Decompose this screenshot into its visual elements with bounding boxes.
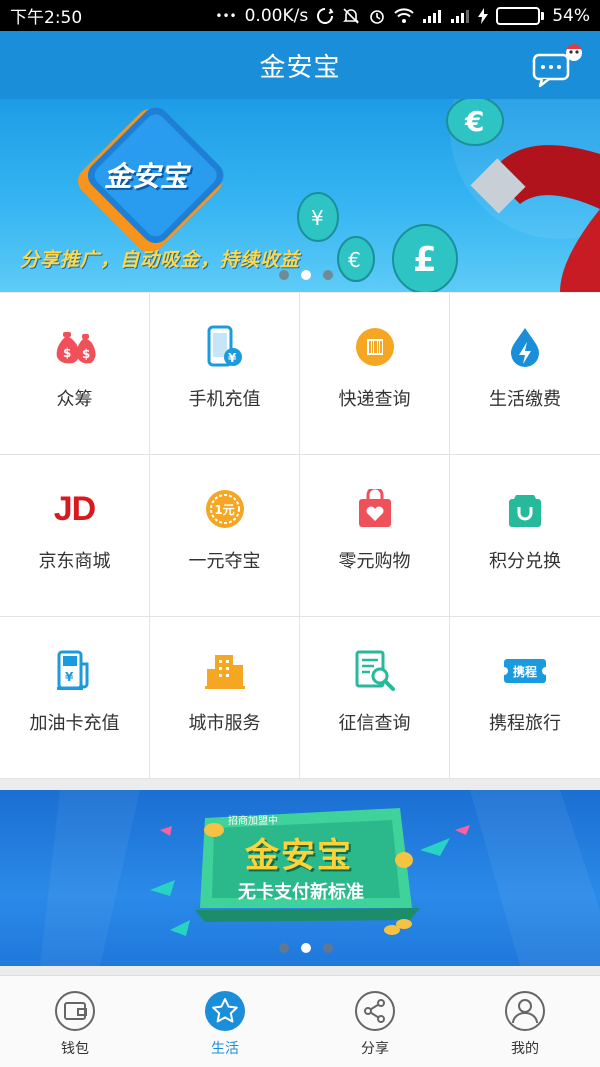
page-title: 金安宝: [259, 52, 341, 83]
pager-dot-active[interactable]: [301, 943, 311, 953]
promo-subtitle: 无卡支付新标准: [238, 882, 364, 903]
service-one-yuan-treasure[interactable]: 1元 一元夺宝: [150, 455, 300, 617]
svg-text:¥: ¥: [228, 351, 237, 365]
pager-dot-active[interactable]: [301, 270, 311, 280]
service-crowdfunding[interactable]: $ $ 众筹: [0, 293, 150, 455]
fuel-pump-icon: ¥: [53, 649, 97, 693]
nav-label: 钱包: [61, 1041, 89, 1057]
chat-button[interactable]: [532, 43, 584, 89]
service-phone-recharge[interactable]: ¥ 手机充值: [150, 293, 300, 455]
money-bags-icon: $ $: [53, 325, 97, 369]
service-city-services[interactable]: 城市服务: [150, 617, 300, 779]
network-speed: 0.00K/s: [244, 5, 309, 26]
promo-title: 金安宝: [245, 836, 353, 876]
svg-text:£: £: [413, 240, 437, 280]
service-points-exchange[interactable]: 积分兑换: [450, 455, 600, 617]
service-grid: $ $ 众筹 ¥ 手机充值 快递查询 生活缴费 JD 京东商城 1元 一元夺宝 …: [0, 293, 600, 779]
service-label: 携程旅行: [489, 713, 561, 734]
pager-dot[interactable]: [323, 270, 333, 280]
wifi-icon: [394, 7, 414, 24]
phone-recharge-icon: ¥: [203, 325, 247, 369]
banner-caption: 分享推广，自动吸金，持续收益: [20, 249, 301, 271]
status-dots: •••: [215, 8, 237, 23]
svg-text:¥: ¥: [311, 206, 324, 230]
battery-icon: [496, 6, 545, 25]
signal-icon-2: [450, 8, 470, 24]
jd-logo-icon: JD: [53, 489, 96, 528]
parcel-barcode-icon: [353, 325, 397, 369]
bottom-nav: 钱包 生活 分享 我的: [0, 975, 600, 1067]
city-building-icon: [203, 649, 247, 693]
share-icon: [355, 991, 395, 1031]
star-icon: [205, 991, 245, 1031]
service-label: 城市服务: [188, 713, 261, 734]
chat-bubble-icon: [532, 44, 582, 88]
alarm-icon: [368, 7, 386, 25]
service-label: 众筹: [56, 389, 93, 410]
svg-text:¥: ¥: [65, 670, 74, 684]
service-label: 零元购物: [338, 551, 411, 572]
banner-logo-text: 金安宝: [104, 160, 189, 193]
top-banner-pager[interactable]: [279, 270, 333, 280]
service-credit-check[interactable]: 征信查询: [300, 617, 450, 779]
profile-icon: [505, 991, 545, 1031]
promo-banner-pager[interactable]: [279, 943, 333, 953]
service-label: 快递查询: [338, 389, 411, 410]
pager-dot[interactable]: [323, 943, 333, 953]
svg-text:€: €: [348, 248, 361, 272]
signal-icon: [422, 8, 442, 24]
shopping-bag-icon: [503, 487, 547, 531]
service-label: 积分兑换: [489, 551, 561, 572]
document-search-icon: [353, 649, 397, 693]
service-label: 手机充值: [188, 389, 261, 410]
charging-icon: [478, 7, 489, 24]
status-bar: 下午2:50 ••• 0.00K/s 54%: [0, 0, 600, 31]
battery-percent: 54%: [552, 5, 590, 26]
promo-tag: 招商加盟中: [228, 816, 278, 827]
nav-profile[interactable]: 我的: [450, 976, 600, 1067]
service-zero-yuan-shopping[interactable]: 零元购物: [300, 455, 450, 617]
nav-label: 分享: [361, 1041, 389, 1057]
wallet-icon: [55, 991, 95, 1031]
service-label: 一元夺宝: [188, 551, 261, 572]
ctrip-ticket-icon: 携程: [503, 649, 547, 693]
status-time: 下午2:50: [10, 8, 83, 28]
nav-life[interactable]: 生活: [150, 976, 300, 1067]
status-indicators: ••• 0.00K/s 54%: [215, 6, 590, 26]
svg-text:$: $: [63, 346, 71, 360]
mute-icon: [342, 7, 360, 25]
service-utilities[interactable]: 生活缴费: [450, 293, 600, 455]
service-fuel-card[interactable]: ¥ 加油卡充值: [0, 617, 150, 779]
svg-text:$: $: [82, 347, 90, 361]
pager-dot[interactable]: [279, 270, 289, 280]
nav-wallet[interactable]: 钱包: [0, 976, 150, 1067]
nav-share[interactable]: 分享: [300, 976, 450, 1067]
service-parcel-tracking[interactable]: 快递查询: [300, 293, 450, 455]
sync-icon: [316, 7, 334, 25]
nav-label: 我的: [511, 1041, 539, 1057]
service-label: 征信查询: [338, 713, 411, 734]
heart-bag-icon: [353, 487, 397, 531]
app-header: 金安宝: [0, 31, 600, 99]
service-label: 京东商城: [38, 551, 111, 572]
service-ctrip-travel[interactable]: 携程 携程旅行: [450, 617, 600, 779]
service-jd-mall[interactable]: JD 京东商城: [0, 455, 150, 617]
svg-text:€: €: [464, 105, 484, 138]
service-label: 生活缴费: [489, 389, 561, 410]
water-bolt-icon: [503, 325, 547, 369]
one-yuan-coin-icon: 1元: [203, 487, 247, 531]
service-label: 加油卡充值: [29, 713, 120, 734]
pager-dot[interactable]: [279, 943, 289, 953]
nav-label: 生活: [211, 1041, 239, 1057]
